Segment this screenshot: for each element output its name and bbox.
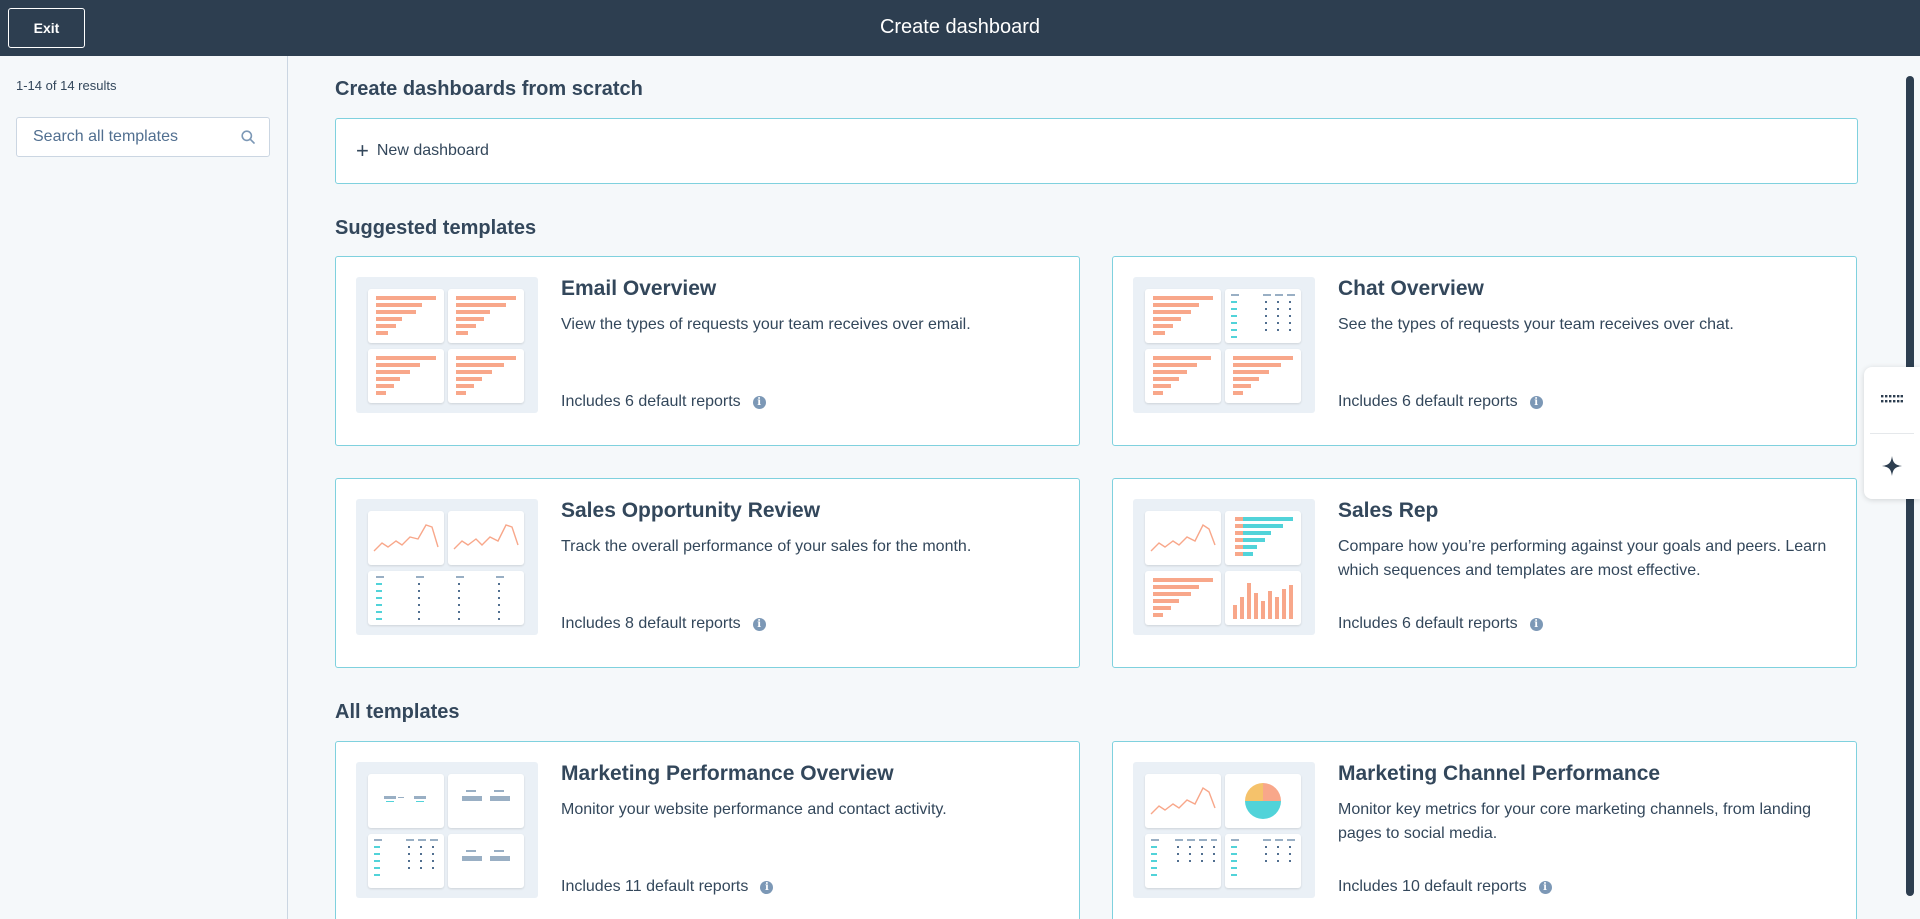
mini-bar-chart (1145, 289, 1221, 343)
report-count-label: Includes 6 default reports (1338, 393, 1518, 410)
template-description: See the types of requests your team rece… (1338, 316, 1734, 333)
template-report-count: Includes 8 default reports i (561, 615, 766, 633)
mini-table (368, 834, 444, 888)
search-input[interactable] (17, 118, 237, 156)
info-icon[interactable]: i (760, 880, 774, 894)
grid-dots-icon (1881, 395, 1903, 403)
side-tools-panel (1864, 367, 1920, 499)
scratch-section-title: Create dashboards from scratch (335, 78, 643, 100)
template-thumbnail (1133, 762, 1315, 898)
grid-dots-button[interactable] (1864, 367, 1920, 433)
info-icon[interactable]: i (1529, 395, 1543, 409)
mini-bar-chart (368, 349, 444, 403)
template-title: Email Overview (561, 277, 717, 300)
mini-funnel-chart (368, 774, 444, 828)
mini-pie-chart (1225, 774, 1301, 828)
report-count-label: Includes 8 default reports (561, 615, 741, 632)
ai-assistant-button[interactable] (1864, 433, 1920, 499)
template-thumbnail (356, 762, 538, 898)
sidebar: 1-14 of 14 results (0, 56, 288, 919)
search-icon[interactable] (241, 130, 255, 144)
report-count-label: Includes 10 default reports (1338, 878, 1527, 895)
mini-bar-chart (1225, 349, 1301, 403)
search-box (16, 117, 270, 157)
plus-icon: + (356, 138, 369, 163)
report-count-label: Includes 11 default reports (561, 878, 749, 895)
template-title: Sales Rep (1338, 499, 1439, 522)
report-count-label: Includes 6 default reports (1338, 615, 1518, 632)
template-thumbnail (1133, 277, 1315, 413)
top-bar: Exit Create dashboard (0, 0, 1920, 56)
template-description: Monitor key metrics for your core market… (1338, 801, 1812, 842)
mini-bar-chart (368, 289, 444, 343)
template-thumbnail (1133, 499, 1315, 635)
mini-table (368, 571, 524, 625)
sparkle-icon (1882, 456, 1902, 476)
template-card-chat-overview[interactable]: Chat Overview See the types of requests … (1112, 256, 1857, 446)
mini-table (1225, 834, 1301, 888)
mini-line-chart (368, 511, 444, 565)
mini-bar-chart (1145, 571, 1221, 625)
new-dashboard-button[interactable]: + New dashboard (335, 118, 1858, 184)
template-card-sales-rep[interactable]: Sales Rep Compare how you’re performing … (1112, 478, 1857, 668)
mini-bar-chart (448, 289, 524, 343)
suggested-section-title: Suggested templates (335, 217, 537, 239)
template-description: View the types of requests your team rec… (561, 316, 971, 333)
mini-table (1145, 834, 1221, 888)
template-description: Monitor your website performance and con… (561, 801, 947, 818)
info-icon[interactable]: i (1538, 880, 1552, 894)
template-title: Marketing Performance Overview (561, 762, 894, 785)
template-report-count: Includes 11 default reports i (561, 878, 774, 896)
template-card-marketing-performance-overview[interactable]: Marketing Performance Overview Monitor y… (335, 741, 1080, 919)
mini-bar-chart (448, 349, 524, 403)
template-thumbnail (356, 499, 538, 635)
template-report-count: Includes 6 default reports i (1338, 615, 1543, 633)
report-count-label: Includes 6 default reports (561, 393, 741, 410)
mini-column-chart (1225, 571, 1301, 625)
template-title: Sales Opportunity Review (561, 499, 821, 522)
results-count: 1-14 of 14 results (16, 78, 117, 93)
info-icon[interactable]: i (752, 395, 766, 409)
info-icon[interactable]: i (752, 617, 766, 631)
page-title: Create dashboard (879, 16, 1041, 38)
template-thumbnail (356, 277, 538, 413)
mini-kpi-chart (448, 834, 524, 888)
template-title: Marketing Channel Performance (1338, 762, 1661, 785)
template-report-count: Includes 10 default reports i (1338, 878, 1552, 896)
mini-kpi-chart (448, 774, 524, 828)
template-card-email-overview[interactable]: Email Overview View the types of request… (335, 256, 1080, 446)
template-description: Compare how you’re performing against yo… (1338, 538, 1827, 579)
mini-line-chart (1145, 774, 1221, 828)
new-dashboard-label: New dashboard (376, 142, 489, 159)
info-icon[interactable]: i (1529, 617, 1543, 631)
template-card-marketing-channel-performance[interactable]: Marketing Channel Performance Monitor ke… (1112, 741, 1857, 919)
template-title: Chat Overview (1338, 277, 1484, 300)
main-content: Create dashboards from scratch + New das… (289, 56, 1899, 919)
all-templates-section-title: All templates (335, 701, 460, 723)
template-description: Track the overall performance of your sa… (561, 538, 972, 555)
template-card-sales-opportunity-review[interactable]: Sales Opportunity Review Track the overa… (335, 478, 1080, 668)
template-report-count: Includes 6 default reports i (1338, 393, 1543, 411)
mini-bar-chart (1145, 349, 1221, 403)
mini-line-chart (448, 511, 524, 565)
template-report-count: Includes 6 default reports i (561, 393, 766, 411)
mini-table (1225, 289, 1301, 343)
mini-line-chart (1145, 511, 1221, 565)
mini-stacked-bar-chart (1225, 511, 1301, 565)
